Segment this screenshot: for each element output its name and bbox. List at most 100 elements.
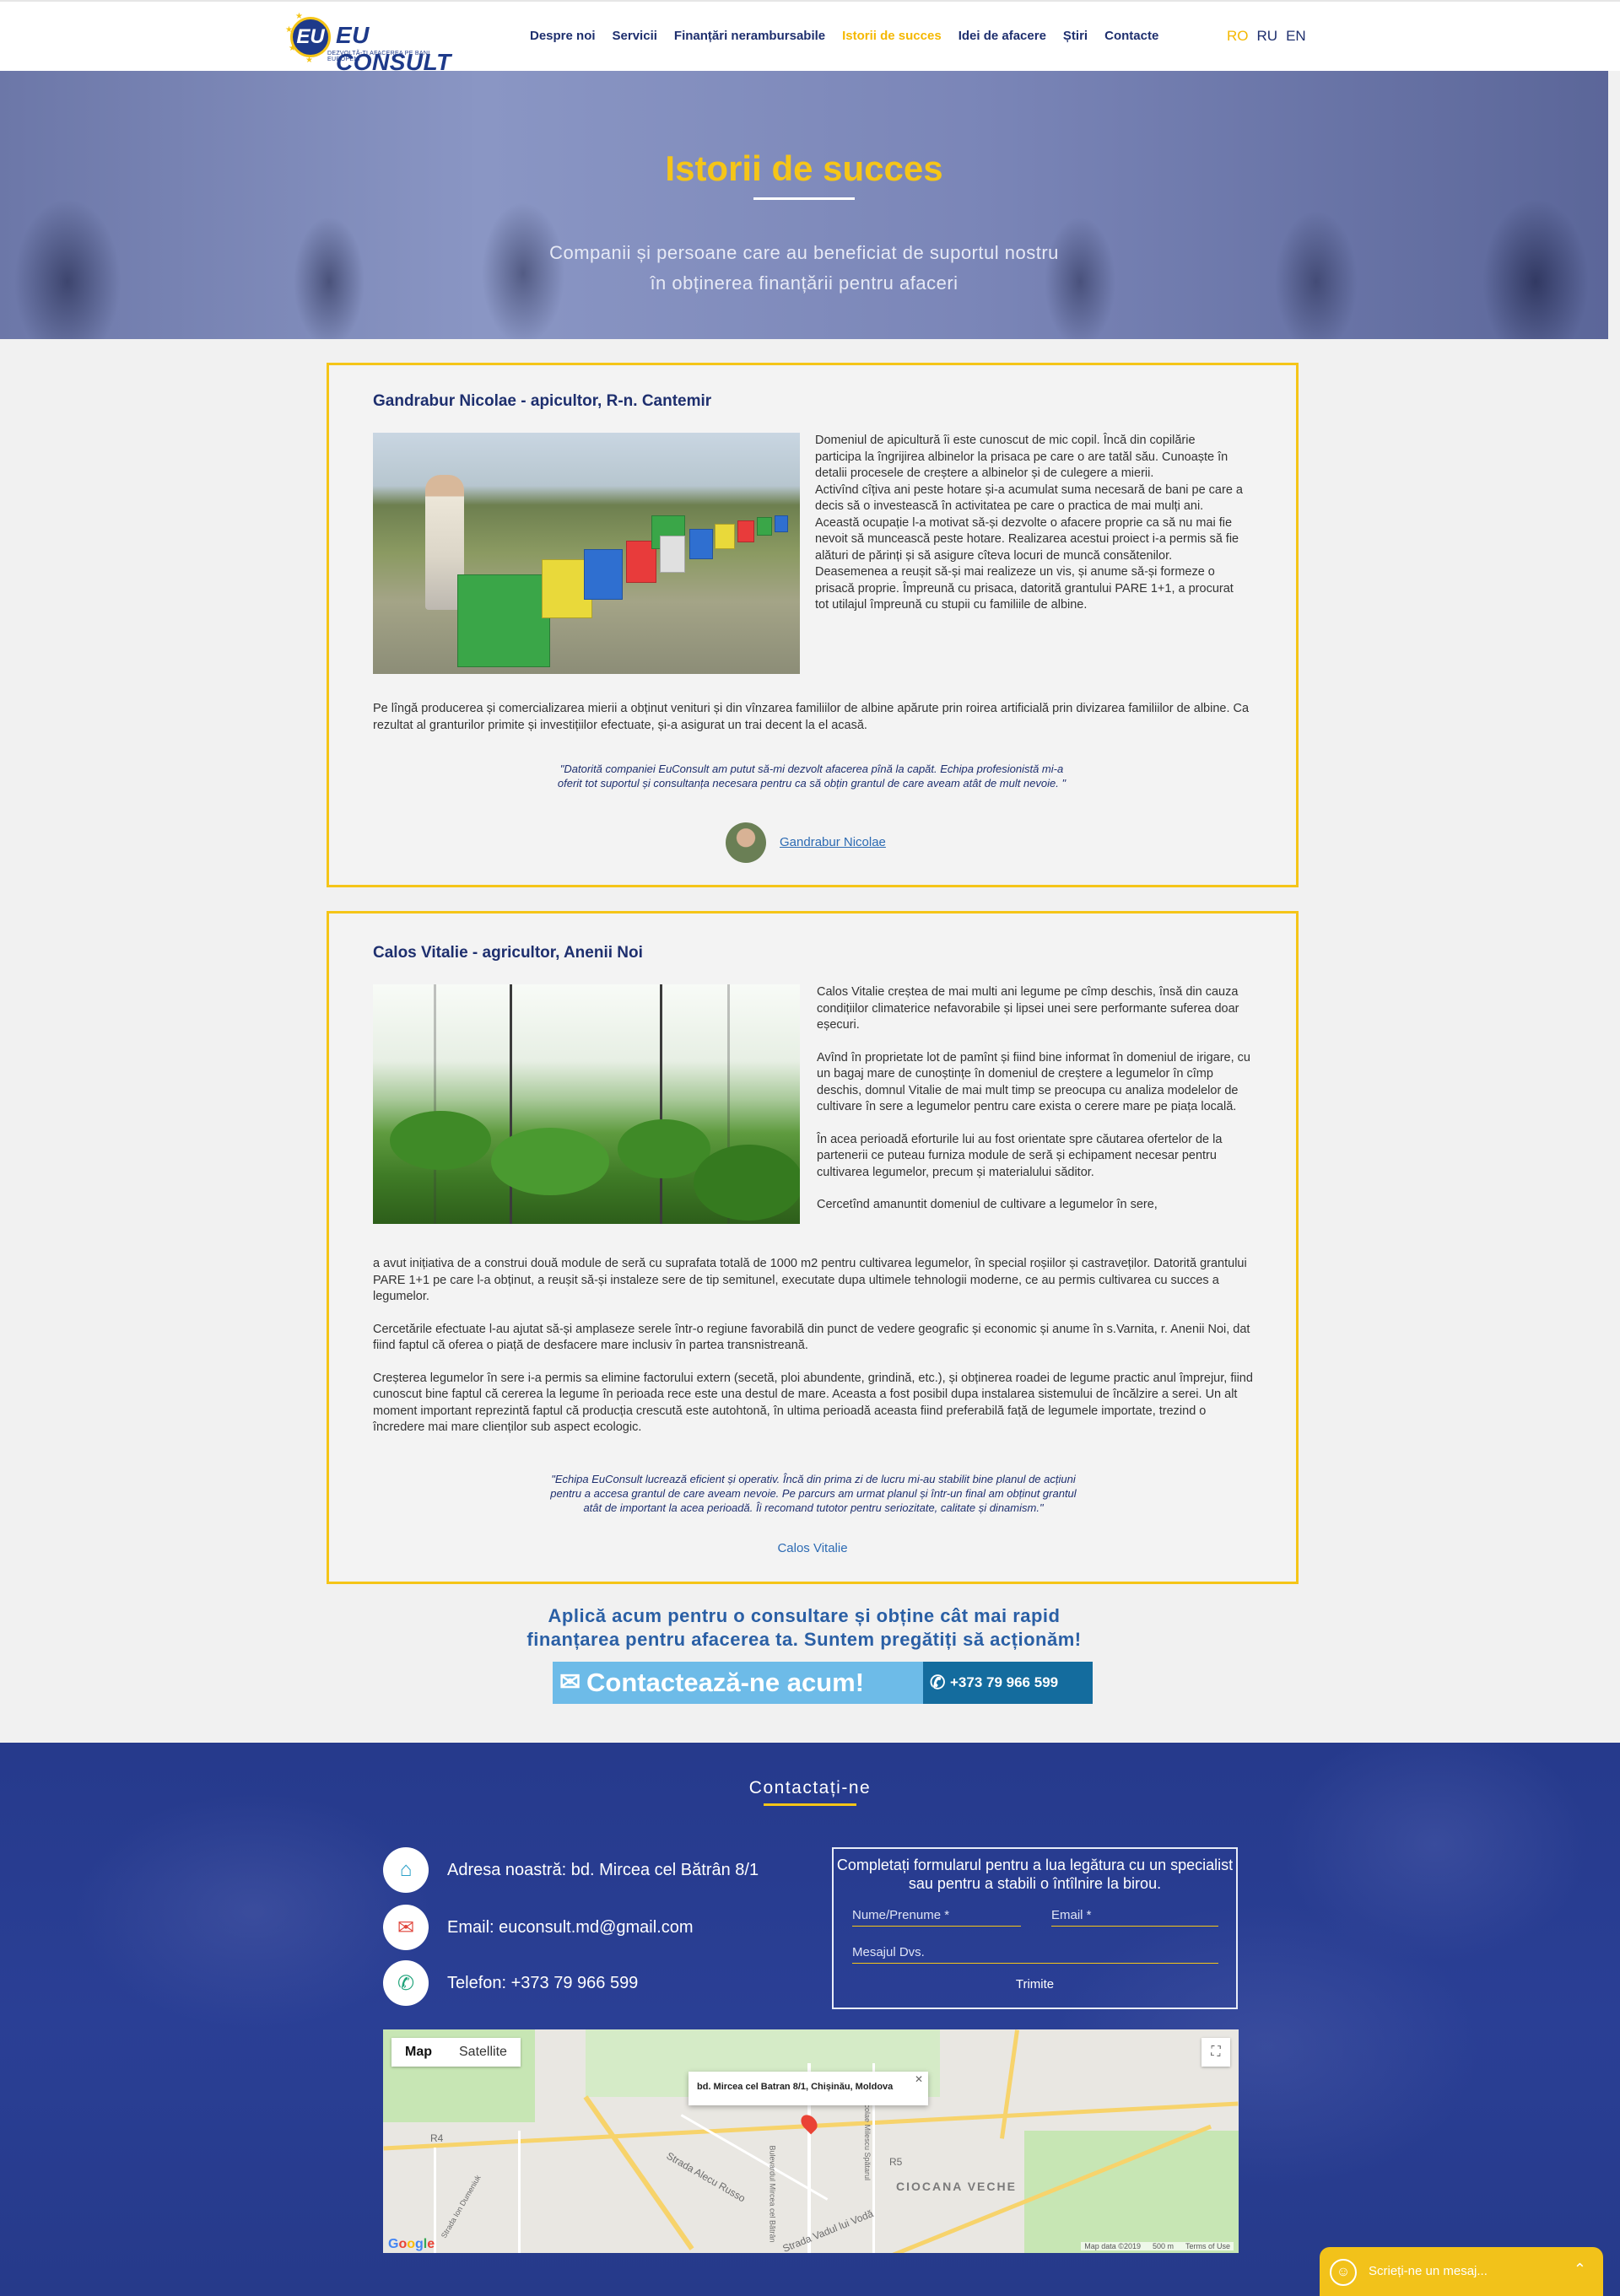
call-phone-label: +373 79 966 599 bbox=[950, 1674, 1059, 1690]
hive-box bbox=[457, 574, 550, 667]
hero-banner: Istorii de succes Companii și persoane c… bbox=[0, 71, 1608, 339]
story-paragraph: Avînd în proprietate lot de pamînt și fi… bbox=[817, 1050, 1250, 1114]
nav-idei-de-afacere[interactable]: Idei de afacere bbox=[958, 29, 1046, 43]
envelope-icon: ✉ bbox=[559, 1668, 581, 1696]
author-name[interactable]: Calos Vitalie bbox=[329, 1541, 1296, 1555]
email-field[interactable]: Email * bbox=[1051, 1908, 1218, 1927]
tab-map[interactable]: Map bbox=[392, 2038, 446, 2067]
story-card: Gandrabur Nicolae - apicultor, R-n. Cant… bbox=[327, 363, 1299, 887]
email-text[interactable]: Email: euconsult.md@gmail.com bbox=[447, 1918, 694, 1938]
mail-icon: ✉ bbox=[383, 1905, 429, 1950]
map-road bbox=[518, 2131, 521, 2253]
footer-title: Contactați-ne bbox=[748, 1778, 872, 1797]
story-card: Calos Vitalie - agricultor, Anenii Noi C… bbox=[327, 911, 1299, 1584]
nav-despre-noi[interactable]: Despre noi bbox=[530, 29, 596, 43]
story-title: Gandrabur Nicolae - apicultor, R-n. Cant… bbox=[373, 392, 712, 410]
greenhouse-pole bbox=[434, 984, 436, 1224]
fullscreen-icon[interactable]: ⛶ bbox=[1202, 2038, 1230, 2067]
phone-icon: ✆ bbox=[383, 1960, 429, 2006]
author-link[interactable]: Gandrabur Nicolae bbox=[780, 835, 886, 849]
google-logo-letter: o bbox=[407, 2237, 416, 2251]
google-logo-letter: g bbox=[415, 2237, 424, 2251]
lang-ro[interactable]: RO bbox=[1227, 28, 1249, 45]
contact-form: Completați formularul pentru a lua legăt… bbox=[832, 1847, 1238, 2009]
google-logo-letter: e bbox=[427, 2237, 435, 2251]
story-paragraph: În acea perioadă eforturile lui au fost … bbox=[817, 1132, 1223, 1179]
nav-contacte[interactable]: Contacte bbox=[1104, 29, 1158, 43]
terms-link[interactable]: Terms of Use bbox=[1185, 2242, 1230, 2250]
avatar bbox=[726, 822, 766, 863]
contact-address: ⌂ Adresa noastră: bd. Mircea cel Bătrân … bbox=[383, 1847, 759, 1893]
star-icon: ★ bbox=[295, 12, 303, 21]
form-title: Completați formularul pentru a lua legăt… bbox=[836, 1857, 1234, 1892]
map-popup-text: bd. Mircea cel Batran 8/1, Chișinău, Mol… bbox=[697, 2082, 894, 2092]
lang-ru[interactable]: RU bbox=[1257, 28, 1278, 45]
google-logo: Google bbox=[388, 2237, 435, 2252]
story-paragraph: Domeniul de apicultură îi este cunoscut … bbox=[815, 434, 1228, 480]
greenhouse-pole bbox=[660, 984, 662, 1224]
phone-text[interactable]: Telefon: +373 79 966 599 bbox=[447, 1974, 638, 1993]
google-map[interactable]: R5 R4 Strada Alecu Russo Strada Vadul lu… bbox=[383, 2029, 1239, 2253]
chat-widget[interactable]: ☺ Scrieți-ne un mesaj... ⌃ bbox=[1320, 2247, 1603, 2296]
story-paragraph: Cercetările efectuate l-au ajutat să-și … bbox=[373, 1322, 1250, 1353]
hero-subtitle: Companii și persoane care au beneficiat … bbox=[472, 238, 1136, 299]
lang-en[interactable]: EN bbox=[1286, 28, 1306, 45]
tab-satellite[interactable]: Satellite bbox=[446, 2038, 521, 2067]
hive-box bbox=[660, 536, 685, 573]
story-paragraph: Cercetînd amanuntit domeniul de cultivar… bbox=[817, 1198, 1158, 1211]
map-attribution: Map data ©2019 500 m Terms of Use bbox=[1081, 2242, 1234, 2250]
logo-text: EU CONSULT bbox=[336, 22, 451, 75]
story-full-text: a avut inițiativa de a construi două mod… bbox=[373, 1256, 1259, 1436]
map-type-tabs: Map Satellite bbox=[392, 2038, 521, 2067]
logo[interactable]: EU ★ ★ ★ ★ EU CONSULT DEZVOLTĂ-ȚI AFACER… bbox=[284, 10, 452, 75]
star-icon: ★ bbox=[305, 56, 313, 65]
plant-leaf bbox=[694, 1145, 800, 1221]
message-field[interactable]: Mesajul Dvs. bbox=[852, 1945, 1218, 1964]
logo-tagline: DEZVOLTĂ-ȚI AFACEREA PE BANI EUROPENI bbox=[327, 51, 430, 62]
contact-us-button[interactable]: ✉ Contactează-ne acum! bbox=[553, 1662, 924, 1704]
phone-icon: ✆ bbox=[930, 1672, 946, 1693]
close-icon[interactable]: ✕ bbox=[915, 2073, 923, 2085]
beekeeper-photo bbox=[373, 433, 800, 674]
star-icon: ★ bbox=[289, 44, 296, 53]
name-field[interactable]: Nume/Prenume * bbox=[852, 1908, 1021, 1927]
address-text: Adresa noastră: bd. Mircea cel Bătrân 8/… bbox=[447, 1860, 759, 1879]
main-nav: Despre noi Servicii Finanțări nerambursa… bbox=[530, 29, 1158, 43]
cta-line: finanțarea pentru afacerea ta. Suntem pr… bbox=[526, 1629, 1082, 1650]
footer-title-underline bbox=[764, 1803, 856, 1806]
submit-button[interactable]: Trimite bbox=[834, 1977, 1236, 1991]
cta-line: Aplică acum pentru o consultare și obțin… bbox=[548, 1605, 1061, 1626]
map-data-credit: Map data ©2019 bbox=[1084, 2242, 1141, 2250]
street-label: Bulevardul Mircea cel Bătrân bbox=[768, 2145, 777, 2243]
street-label: Strada Ion Dumeniuk bbox=[439, 2173, 483, 2240]
chat-placeholder: Scrieți-ne un mesaj... bbox=[1369, 2264, 1488, 2278]
nav-stiri[interactable]: Știri bbox=[1063, 29, 1088, 43]
story-paragraph: Calos Vitalie creștea de mai multi ani l… bbox=[817, 985, 1239, 1032]
cta-text: Aplică acum pentru o consultare și obțin… bbox=[506, 1604, 1102, 1652]
story-side-text: Calos Vitalie creștea de mai multi ani l… bbox=[817, 984, 1250, 1214]
user-icon: ☺ bbox=[1330, 2259, 1357, 2286]
contact-us-label: Contactează-ne acum! bbox=[586, 1668, 865, 1697]
call-phone-button[interactable]: ✆ +373 79 966 599 bbox=[923, 1662, 1093, 1704]
hive-box bbox=[584, 549, 623, 600]
hive-box bbox=[737, 520, 754, 542]
chevron-up-icon[interactable]: ⌃ bbox=[1574, 2261, 1586, 2278]
testimonial-quote: "Datorită companiei EuConsult am putut s… bbox=[557, 763, 1066, 790]
nav-istorii-de-succes[interactable]: Istorii de succes bbox=[842, 29, 942, 43]
plant-leaf bbox=[390, 1111, 491, 1170]
hive-box bbox=[689, 529, 713, 559]
story-paragraph: Creșterea legumelor în sere i-a permis s… bbox=[373, 1371, 1253, 1435]
location-pin-icon[interactable] bbox=[797, 2111, 821, 2135]
google-logo-letter: G bbox=[388, 2237, 399, 2251]
title-underline bbox=[753, 197, 855, 200]
google-logo-letter: o bbox=[398, 2237, 408, 2251]
page-title: Istorii de succes bbox=[665, 148, 943, 188]
street-label: Strada Alecu Russo bbox=[664, 2149, 748, 2205]
map-park bbox=[1024, 2131, 1239, 2253]
contact-footer: Contactați-ne ⌂ Adresa noastră: bd. Mirc… bbox=[0, 1743, 1620, 2296]
hero-subtitle-line: în obținerea finanțării pentru afaceri bbox=[650, 272, 958, 294]
plant-leaf bbox=[491, 1128, 609, 1195]
map-info-popup: bd. Mircea cel Batran 8/1, Chișinău, Mol… bbox=[688, 2072, 928, 2105]
nav-servicii[interactable]: Servicii bbox=[613, 29, 657, 43]
nav-finantari[interactable]: Finanțări nerambursabile bbox=[674, 29, 825, 43]
